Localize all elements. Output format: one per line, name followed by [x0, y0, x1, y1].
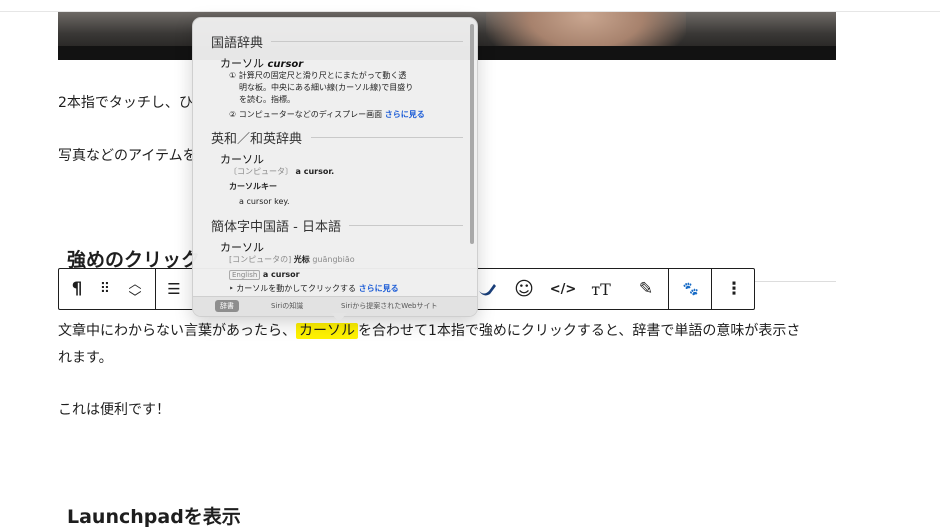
- usage-note: 〔コンピュータ〕: [229, 167, 293, 176]
- section-title-eiwa: 英和／和英辞典: [211, 132, 303, 147]
- see-more-link[interactable]: さらに見る: [385, 110, 425, 119]
- see-more-link[interactable]: さらに見る: [359, 284, 399, 293]
- paw-icon[interactable]: 🐾: [677, 269, 705, 309]
- english-line: English a cursor: [229, 269, 300, 281]
- toolbar-separator: [155, 269, 156, 309]
- section-divider: [349, 225, 463, 226]
- paragraph-text-after: を合わせて1本指で強めにクリックすると、辞書で単語の意味が表示さ: [358, 323, 801, 339]
- paragraph-dictionary-tip-wrap[interactable]: れます。: [58, 345, 113, 372]
- tab-siri-websites[interactable]: Siriから提案されたWebサイト: [341, 301, 437, 311]
- move-down-icon[interactable]: ﹀: [125, 276, 145, 316]
- pinyin: guāngbiāo: [312, 255, 355, 264]
- sub-translation: a cursor key.: [239, 197, 290, 206]
- heading-launchpad[interactable]: Launchpadを表示: [67, 502, 241, 529]
- definition-line: ① 計算尺の固定尺と滑り尺とにまたがって動く透: [229, 71, 407, 80]
- toolbar-rule: [755, 281, 836, 282]
- tab-siri-knowledge[interactable]: Siriの知識: [271, 301, 303, 311]
- toolbar-separator: [711, 269, 712, 309]
- paragraph-drag-items[interactable]: 写真などのアイテムを: [58, 143, 197, 170]
- translation: a cursor.: [295, 167, 335, 176]
- paragraph-dictionary-tip[interactable]: 文章中にわからない言葉があったら、 カーソル を合わせて1本指で強めにクリックすると…: [58, 318, 800, 345]
- tab-dictionary[interactable]: 辞書: [215, 300, 239, 312]
- paragraph-block-icon[interactable]: ¶: [65, 269, 89, 309]
- popover-arrow: [331, 313, 347, 322]
- section-title-chinese: 簡体字中国語 - 日本語: [211, 220, 341, 235]
- text-size-icon[interactable]: тT: [586, 269, 616, 309]
- emoji-icon[interactable]: ☺: [509, 269, 539, 309]
- drag-handle-icon[interactable]: ⠿: [95, 269, 115, 309]
- popover-scrollbar[interactable]: [470, 24, 474, 244]
- paragraph-text-before: 文章中にわからない言葉があったら、: [58, 323, 296, 339]
- entry-word: カーソル: [220, 241, 264, 254]
- more-options-icon[interactable]: ⋮: [722, 269, 746, 309]
- paragraph-two-finger[interactable]: 2本指でタッチし、ひ: [58, 90, 193, 117]
- entry-headword: カーソル cursor: [220, 55, 303, 71]
- example-text: ‣ カーソルを動かしてクリックする: [229, 284, 357, 293]
- definition-line: を読む。指標。: [239, 95, 295, 104]
- definition-line: 明な板。中央にある細い線(カーソル線)で目盛り: [239, 83, 414, 92]
- entry-word: カーソル: [220, 153, 264, 166]
- translation-line: [コンピュータの] 光标 guāngbiāo: [229, 254, 355, 266]
- inline-code-icon[interactable]: </>: [547, 269, 579, 309]
- entry-word-english: cursor: [267, 59, 304, 70]
- sub-entry: カーソルキー: [229, 182, 277, 191]
- example-line: ‣ カーソルを動かしてクリックする さらに見る: [229, 283, 399, 295]
- section-divider: [271, 41, 463, 42]
- highlighted-word[interactable]: カーソル: [296, 323, 358, 339]
- paragraph-convenient[interactable]: これは便利です！: [58, 397, 170, 424]
- entry-word: カーソル: [220, 57, 264, 70]
- section-divider: [311, 137, 463, 138]
- align-icon[interactable]: ☰: [163, 269, 185, 309]
- section-title-kokugo: 国語辞典: [211, 36, 264, 51]
- english-translation: a cursor: [262, 270, 300, 279]
- marker-icon[interactable]: ✎: [631, 269, 661, 309]
- usage-note: [コンピュータの]: [229, 255, 292, 264]
- hanzi: 光标: [293, 255, 310, 264]
- definition-text: ② コンピューターなどのディスプレー画面: [229, 110, 383, 119]
- dictionary-popover: 国語辞典 カーソル cursor ① 計算尺の固定尺と滑り尺とにまたがって動く透…: [192, 17, 478, 317]
- translation-line: 〔コンピュータ〕 a cursor.: [229, 166, 334, 178]
- toolbar-separator: [668, 269, 669, 309]
- definition-line: ② コンピューターなどのディスプレー画面 さらに見る: [229, 109, 425, 121]
- language-tag: English: [229, 270, 261, 280]
